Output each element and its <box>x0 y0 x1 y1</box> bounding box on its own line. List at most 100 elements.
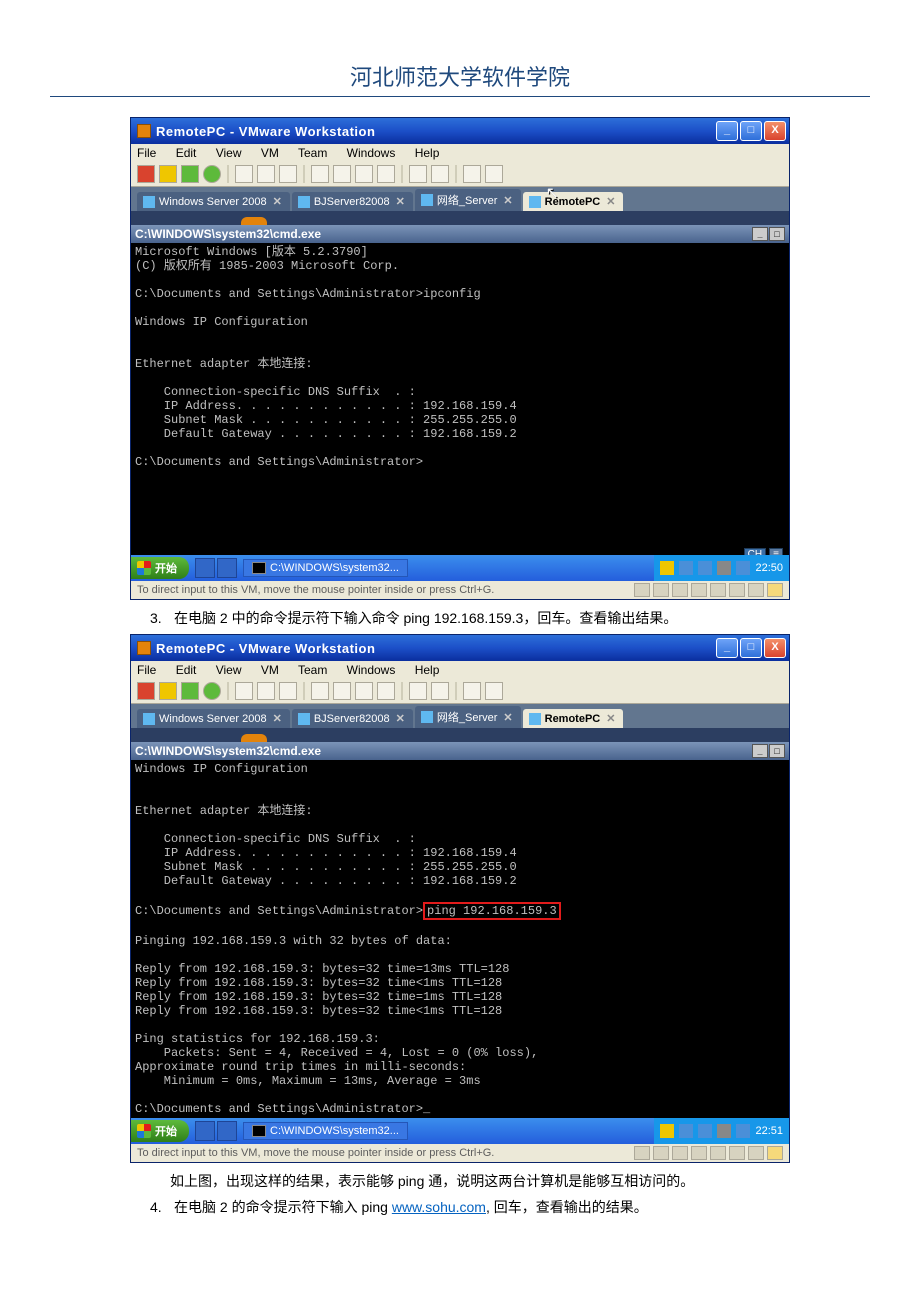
power-on-icon[interactable] <box>181 682 199 700</box>
menu-vm[interactable]: VM <box>261 146 279 160</box>
fullscreen-icon[interactable] <box>333 682 351 700</box>
status-message-icon <box>767 583 783 597</box>
tab-network-server[interactable]: 网络_Server✕ <box>415 706 521 728</box>
snapshot-icon[interactable] <box>235 165 253 183</box>
tab-close-icon[interactable]: ✕ <box>503 711 512 724</box>
menu-file[interactable]: File <box>137 663 156 677</box>
tray-vmtools-icon[interactable] <box>736 561 750 575</box>
quick-switch-icon[interactable] <box>355 682 373 700</box>
quicklaunch-ie-icon[interactable] <box>195 558 215 578</box>
snapshot-manager-icon[interactable] <box>257 682 275 700</box>
status-net-icon <box>691 1146 707 1160</box>
minimize-button[interactable]: _ <box>716 121 738 141</box>
cmd-maximize-button[interactable]: □ <box>769 227 785 241</box>
xp-taskbar: 开始 C:\WINDOWS\system32... 22:50 <box>131 555 789 581</box>
summary-icon[interactable] <box>409 682 427 700</box>
tab-remotepc[interactable]: RemotePC✕ <box>523 192 624 211</box>
tray-shield-icon[interactable] <box>660 1124 674 1138</box>
show-console-icon[interactable] <box>311 682 329 700</box>
status-sound-icon <box>729 583 745 597</box>
reset-icon[interactable] <box>203 165 221 183</box>
cmd-output[interactable]: Windows IP Configuration Ethernet adapte… <box>131 760 789 1118</box>
menu-help[interactable]: Help <box>415 146 440 160</box>
tray-clock[interactable]: 22:51 <box>755 1125 783 1137</box>
tray-volume-icon[interactable] <box>698 1124 712 1138</box>
tab-network-server[interactable]: 网络_Server✕ <box>415 189 521 211</box>
menu-team[interactable]: Team <box>298 146 327 160</box>
tab-close-icon[interactable]: ✕ <box>396 712 405 725</box>
taskbar-item-cmd[interactable]: C:\WINDOWS\system32... <box>243 1122 408 1140</box>
reset-icon[interactable] <box>203 682 221 700</box>
summary-icon[interactable] <box>409 165 427 183</box>
quick-switch-icon[interactable] <box>355 165 373 183</box>
maximize-button[interactable]: □ <box>740 121 762 141</box>
power-off-icon[interactable] <box>137 682 155 700</box>
tab-close-icon[interactable]: ✕ <box>273 195 282 208</box>
maximize-button[interactable]: □ <box>740 638 762 658</box>
menu-team[interactable]: Team <box>298 663 327 677</box>
snapshot-icon[interactable] <box>235 682 253 700</box>
vmware-title-text: RemotePC - VMware Workstation <box>156 124 716 139</box>
close-button[interactable]: X <box>764 121 786 141</box>
tab-close-icon[interactable]: ✕ <box>606 195 615 208</box>
cmd-maximize-button[interactable]: □ <box>769 744 785 758</box>
tray-remove-hw-icon[interactable] <box>717 1124 731 1138</box>
capture-icon[interactable] <box>463 165 481 183</box>
cmd-minimize-button[interactable]: _ <box>752 744 768 758</box>
tray-network-icon[interactable] <box>679 1124 693 1138</box>
unity-icon[interactable] <box>377 682 395 700</box>
tab-remotepc[interactable]: RemotePC✕ <box>523 709 624 728</box>
menu-edit[interactable]: Edit <box>176 663 197 677</box>
revert-icon[interactable] <box>279 165 297 183</box>
menu-view[interactable]: View <box>216 663 242 677</box>
tray-clock[interactable]: 22:50 <box>755 562 783 574</box>
start-button[interactable]: 开始 <box>131 557 189 579</box>
vm-tab-icon <box>143 713 155 725</box>
tray-shield-icon[interactable] <box>660 561 674 575</box>
tray-volume-icon[interactable] <box>698 561 712 575</box>
revert-icon[interactable] <box>279 682 297 700</box>
tab-close-icon[interactable]: ✕ <box>503 194 512 207</box>
tab-close-icon[interactable]: ✕ <box>606 712 615 725</box>
menu-vm[interactable]: VM <box>261 663 279 677</box>
menu-file[interactable]: File <box>137 146 156 160</box>
tray-network-icon[interactable] <box>679 561 693 575</box>
suspend-icon[interactable] <box>159 682 177 700</box>
power-on-icon[interactable] <box>181 165 199 183</box>
tray-remove-hw-icon[interactable] <box>717 561 731 575</box>
appliance-icon[interactable] <box>431 165 449 183</box>
taskbar-item-cmd[interactable]: C:\WINDOWS\system32... <box>243 559 408 577</box>
sohu-link[interactable]: www.sohu.com <box>392 1199 486 1215</box>
suspend-icon[interactable] <box>159 165 177 183</box>
tab-bjserver[interactable]: BJServer82008✕ <box>292 192 413 211</box>
show-console-icon[interactable] <box>311 165 329 183</box>
quicklaunch-desktop-icon[interactable] <box>217 1121 237 1141</box>
status-net-icon <box>691 583 707 597</box>
menu-windows[interactable]: Windows <box>347 663 396 677</box>
tab-windows-server[interactable]: Windows Server 2008✕ <box>137 192 290 211</box>
menu-edit[interactable]: Edit <box>176 146 197 160</box>
quicklaunch-ie-icon[interactable] <box>195 1121 215 1141</box>
cmd-minimize-button[interactable]: _ <box>752 227 768 241</box>
tab-windows-server[interactable]: Windows Server 2008✕ <box>137 709 290 728</box>
movie-icon[interactable] <box>485 682 503 700</box>
snapshot-manager-icon[interactable] <box>257 165 275 183</box>
tab-close-icon[interactable]: ✕ <box>273 712 282 725</box>
capture-icon[interactable] <box>463 682 481 700</box>
menu-windows[interactable]: Windows <box>347 146 396 160</box>
fullscreen-icon[interactable] <box>333 165 351 183</box>
appliance-icon[interactable] <box>431 682 449 700</box>
unity-icon[interactable] <box>377 165 395 183</box>
tab-close-icon[interactable]: ✕ <box>396 195 405 208</box>
close-button[interactable]: X <box>764 638 786 658</box>
power-off-icon[interactable] <box>137 165 155 183</box>
cmd-output[interactable]: Microsoft Windows [版本 5.2.3790] (C) 版权所有… <box>131 243 789 555</box>
quicklaunch-desktop-icon[interactable] <box>217 558 237 578</box>
menu-help[interactable]: Help <box>415 663 440 677</box>
tray-vmtools-icon[interactable] <box>736 1124 750 1138</box>
tab-bjserver[interactable]: BJServer82008✕ <box>292 709 413 728</box>
menu-view[interactable]: View <box>216 146 242 160</box>
start-button[interactable]: 开始 <box>131 1120 189 1142</box>
minimize-button[interactable]: _ <box>716 638 738 658</box>
movie-icon[interactable] <box>485 165 503 183</box>
